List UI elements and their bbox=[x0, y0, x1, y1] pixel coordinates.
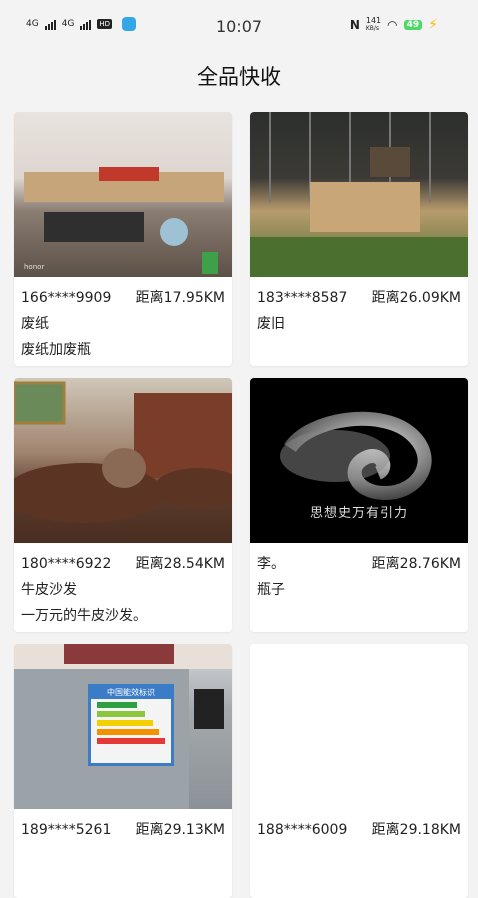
item-distance: 距离29.13KM bbox=[135, 822, 225, 838]
item-phone: 183****8587 bbox=[257, 290, 348, 306]
item-description bbox=[257, 603, 461, 629]
item-description: 废纸加废瓶 bbox=[21, 342, 91, 358]
item-description bbox=[257, 337, 461, 363]
item-category: 废旧 bbox=[257, 316, 285, 332]
item-image bbox=[250, 112, 468, 277]
item-image: 中国能效标识 bbox=[14, 644, 232, 809]
charging-icon: ⚡ bbox=[428, 17, 438, 33]
item-phone: 188****6009 bbox=[257, 822, 348, 838]
item-phone: 166****9909 bbox=[21, 290, 112, 306]
waste-paper-photo bbox=[24, 167, 224, 274]
image-caption: 思想史万有引力 bbox=[309, 506, 408, 521]
item-card[interactable]: 188****6009 距离29.18KM bbox=[250, 644, 468, 898]
item-phone: 189****5261 bbox=[21, 822, 112, 838]
wifi-icon: ◠ bbox=[387, 18, 398, 32]
item-category: 牛皮沙发 bbox=[21, 582, 77, 598]
nfc-icon: N bbox=[349, 18, 360, 32]
status-bar: 4G 4G HD 10:07 N 141 KB/s ◠ 49 ⚡ bbox=[0, 0, 478, 54]
item-category: 瓶子 bbox=[257, 582, 285, 598]
item-description: 一万元的牛皮沙发。 bbox=[21, 608, 147, 624]
energy-label-header: 中国能效标识 bbox=[91, 687, 171, 699]
page-title: 全品快收 bbox=[197, 65, 281, 89]
item-category bbox=[257, 843, 461, 869]
item-distance: 距离29.18KM bbox=[371, 822, 461, 838]
net-speed-value: 141 bbox=[365, 16, 382, 25]
item-card[interactable]: 183****8587 距离26.09KM 废旧 bbox=[250, 112, 468, 366]
item-card[interactable]: honor 166****9909 距离17.95KM 废纸 废纸加废瓶 bbox=[14, 112, 232, 366]
item-distance: 距离26.09KM bbox=[371, 290, 461, 306]
battery-icon: 49 bbox=[403, 20, 423, 30]
scrap-boxes-photo bbox=[250, 112, 468, 277]
item-card[interactable]: 180****6922 距离28.54KM 牛皮沙发 一万元的牛皮沙发。 bbox=[14, 378, 232, 632]
item-distance: 距离28.54KM bbox=[135, 556, 225, 572]
item-phone: 180****6922 bbox=[21, 556, 112, 572]
item-phone: 李。 bbox=[257, 556, 285, 572]
item-grid: honor 166****9909 距离17.95KM 废纸 废纸加废瓶 183… bbox=[14, 112, 468, 898]
leather-sofa-photo bbox=[14, 381, 232, 523]
item-image bbox=[250, 644, 468, 809]
item-category: 废纸 bbox=[21, 316, 49, 332]
net-speed-unit: KB/s bbox=[365, 25, 380, 32]
item-category bbox=[21, 843, 225, 869]
energy-label: 中国能效标识 bbox=[88, 684, 174, 766]
item-distance: 距离17.95KM bbox=[135, 290, 225, 306]
status-right: N 141 KB/s ◠ 49 ⚡ bbox=[349, 17, 438, 34]
net-speed: 141 KB/s bbox=[366, 17, 381, 33]
item-distance: 距离28.76KM bbox=[371, 556, 461, 572]
item-card[interactable]: 思想史万有引力 李。 距离28.76KM 瓶子 bbox=[250, 378, 468, 632]
item-image: 思想史万有引力 bbox=[250, 378, 468, 543]
item-image: honor bbox=[14, 112, 232, 277]
item-card[interactable]: 中国能效标识 189****5261 距离29.13KM bbox=[14, 644, 232, 898]
watermark: honor bbox=[24, 263, 45, 271]
item-image bbox=[14, 378, 232, 543]
